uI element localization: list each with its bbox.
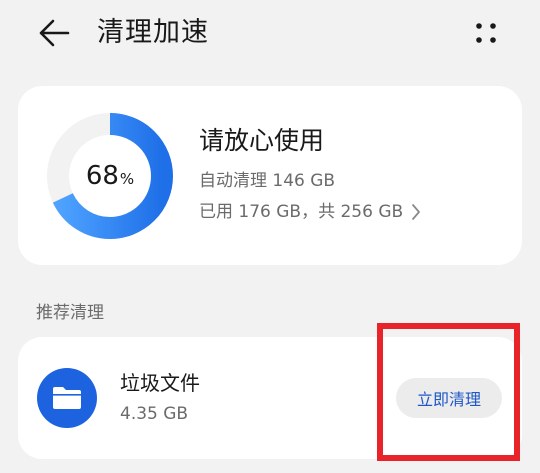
top-bar: 清理加速 (0, 0, 540, 66)
section-title-recommend: 推荐清理 (36, 303, 104, 323)
list-item-junk-files[interactable]: 垃圾文件 4.35 GB 立即清理 (18, 337, 522, 459)
storage-percent-label: 68% (45, 111, 175, 241)
storage-card[interactable]: 68% 请放心使用 自动清理 146 GB 已用 176 GB，共 256 GB (18, 86, 522, 265)
more-button[interactable] (466, 14, 506, 52)
storage-usage-link[interactable]: 已用 176 GB，共 256 GB (199, 199, 421, 225)
storage-headline: 请放心使用 (199, 126, 325, 155)
storage-usage-text: 已用 176 GB，共 256 GB (199, 202, 404, 222)
junk-files-label: 垃圾文件 (120, 371, 200, 395)
storage-ring: 68% (45, 111, 175, 241)
folder-icon (37, 368, 97, 428)
more-dots-icon (476, 23, 496, 43)
clean-now-button[interactable]: 立即清理 (396, 378, 502, 418)
chevron-right-icon (411, 203, 421, 221)
storage-percent-unit: % (119, 170, 135, 188)
auto-clean-text: 自动清理 146 GB (199, 171, 336, 191)
arrow-left-icon (39, 19, 70, 47)
page-title: 清理加速 (97, 17, 209, 48)
back-button[interactable] (34, 14, 74, 52)
junk-files-size: 4.35 GB (120, 404, 189, 424)
storage-percent-value: 68 (85, 161, 119, 191)
